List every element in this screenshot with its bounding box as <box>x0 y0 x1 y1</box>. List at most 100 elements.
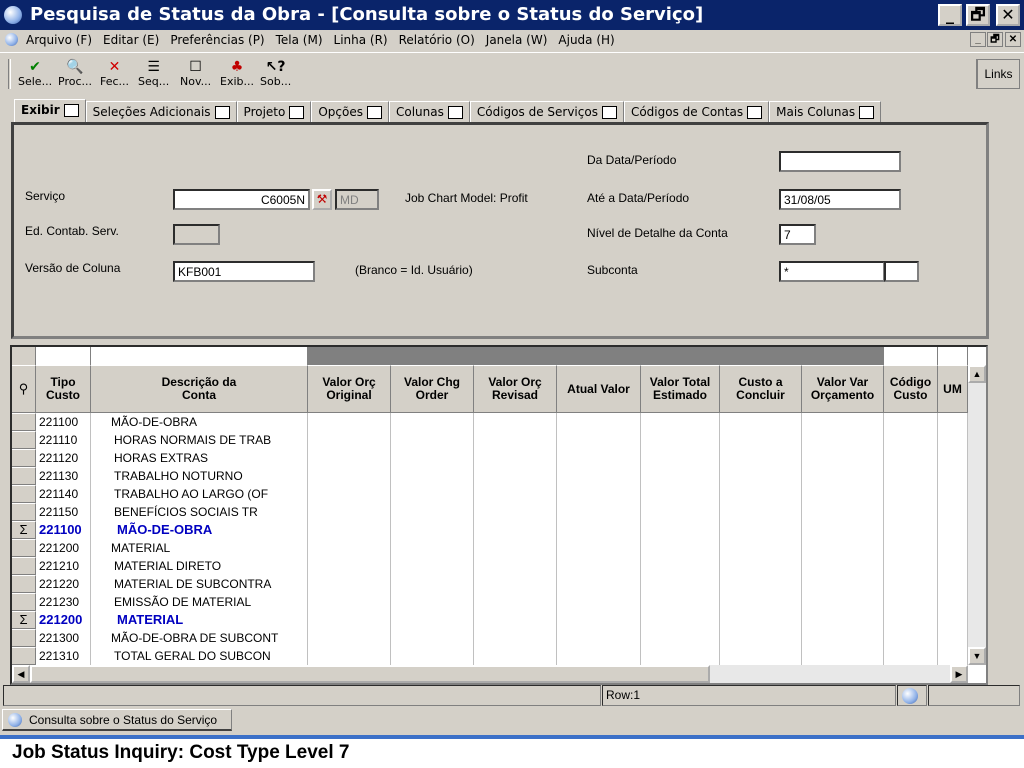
row-selector[interactable] <box>12 449 36 467</box>
row-selector[interactable] <box>12 539 36 557</box>
toolbar-button-3[interactable]: ☰ Seq... <box>138 59 169 91</box>
subconta-field[interactable]: * <box>779 261 885 282</box>
cost-type-cell[interactable]: 221230 <box>38 593 91 611</box>
cost-type-cell[interactable]: 221300 <box>38 629 91 647</box>
column-header-1[interactable]: Descrição da Conta <box>91 365 308 413</box>
versao-coluna-field[interactable]: KFB001 <box>173 261 315 282</box>
account-description-cell[interactable]: EMISSÃO DE MATERIAL <box>91 593 308 611</box>
cost-type-cell[interactable]: 221150 <box>38 503 91 521</box>
qbe-cell-3[interactable] <box>391 347 474 365</box>
qbe-cell-0[interactable] <box>36 347 91 365</box>
column-header-8[interactable]: Valor Var Orçamento <box>802 365 884 413</box>
tab-6[interactable]: Códigos de Contas <box>623 101 770 123</box>
row-selector[interactable]: Σ <box>12 611 36 629</box>
toolbar-button-6[interactable]: ↖? Sob... <box>260 59 291 91</box>
row-selector[interactable] <box>12 647 36 665</box>
menu-item-3[interactable]: Tela (M) <box>276 33 323 47</box>
document-globe-icon[interactable] <box>5 33 18 46</box>
account-description-cell[interactable]: HORAS NORMAIS DE TRAB <box>91 431 308 449</box>
menu-item-5[interactable]: Relatório (O) <box>399 33 475 47</box>
qbe-cell-10[interactable] <box>938 347 968 365</box>
account-description-cell[interactable]: MATERIAL <box>91 539 308 557</box>
row-selector[interactable] <box>12 485 36 503</box>
qbe-cell-7[interactable] <box>720 347 802 365</box>
row-selector[interactable] <box>12 413 36 431</box>
cost-type-cell[interactable]: 221200 <box>38 611 91 629</box>
qbe-cell-5[interactable] <box>557 347 641 365</box>
cost-type-cell[interactable]: 221130 <box>38 467 91 485</box>
nivel-detalhe-field[interactable]: 7 <box>779 224 816 245</box>
app-globe-icon[interactable] <box>4 6 22 24</box>
toolbar-button-4[interactable]: ☐ Nov... <box>180 59 211 91</box>
row-selector[interactable] <box>12 557 36 575</box>
scroll-up-button[interactable]: ▲ <box>968 365 986 383</box>
column-header-3[interactable]: Valor Chg Order <box>391 365 474 413</box>
menu-item-1[interactable]: Editar (E) <box>103 33 159 47</box>
scroll-down-button[interactable]: ▼ <box>968 647 986 665</box>
account-description-cell[interactable]: TRABALHO AO LARGO (OF <box>91 485 308 503</box>
account-description-cell[interactable]: MATERIAL DIRETO <box>91 557 308 575</box>
account-description-cell[interactable]: BENEFÍCIOS SOCIAIS TR <box>91 503 308 521</box>
visual-assist-button[interactable]: ⚒ <box>312 189 332 210</box>
qbe-cell-6[interactable] <box>641 347 720 365</box>
mdi-minimize-button[interactable]: _ <box>970 32 986 47</box>
qbe-cell-9[interactable] <box>884 347 938 365</box>
toolbar-button-2[interactable]: ✕ Fec... <box>100 59 129 91</box>
restore-button[interactable]: 🗗 <box>966 4 990 26</box>
account-description-cell[interactable]: MATERIAL <box>91 611 308 629</box>
column-header-5[interactable]: Atual Valor <box>557 365 641 413</box>
subconta-field-2[interactable] <box>884 261 919 282</box>
row-selector[interactable] <box>12 431 36 449</box>
cost-type-cell[interactable]: 221140 <box>38 485 91 503</box>
tab-3[interactable]: Opções <box>311 101 389 123</box>
account-description-cell[interactable]: HORAS EXTRAS <box>91 449 308 467</box>
mdi-restore-button[interactable]: 🗗 <box>987 32 1003 47</box>
menu-item-7[interactable]: Ajuda (H) <box>558 33 614 47</box>
cost-type-cell[interactable]: 221310 <box>38 647 91 665</box>
cost-type-cell[interactable]: 221110 <box>38 431 91 449</box>
tab-0[interactable]: Exibir <box>14 99 86 123</box>
mdi-close-button[interactable]: ✕ <box>1005 32 1021 47</box>
servico-field[interactable]: C6005N <box>173 189 310 210</box>
tab-4[interactable]: Colunas <box>389 101 470 123</box>
toolbar-grip[interactable] <box>8 59 11 89</box>
tab-5[interactable]: Códigos de Serviços <box>469 101 624 123</box>
vertical-scrollbar[interactable]: ▲ ▼ <box>968 365 986 665</box>
cost-type-cell[interactable]: 221100 <box>38 521 91 539</box>
row-selector[interactable]: Σ <box>12 521 36 539</box>
cost-type-cell[interactable]: 221100 <box>38 413 91 431</box>
column-header-6[interactable]: Valor Total Estimado <box>641 365 720 413</box>
column-header-10[interactable]: UM <box>938 365 968 413</box>
toolbar-button-1[interactable]: 🔍 Proc... <box>58 59 92 91</box>
tab-1[interactable]: Seleções Adicionais <box>85 101 237 123</box>
row-selector[interactable] <box>12 593 36 611</box>
minimize-button[interactable]: _ <box>938 4 962 26</box>
menu-item-4[interactable]: Linha (R) <box>334 33 388 47</box>
cost-type-cell[interactable]: 221120 <box>38 449 91 467</box>
scroll-left-button[interactable]: ◀ <box>12 665 30 683</box>
column-header-9[interactable]: Código Custo <box>884 365 938 413</box>
ate-data-field[interactable]: 31/08/05 <box>779 189 901 210</box>
window-task-tab[interactable]: Consulta sobre o Status do Serviço <box>2 709 232 731</box>
column-header-7[interactable]: Custo a Concluir <box>720 365 802 413</box>
row-selector[interactable] <box>12 467 36 485</box>
account-description-cell[interactable]: TOTAL GERAL DO SUBCON <box>91 647 308 665</box>
menu-item-0[interactable]: Arquivo (F) <box>26 33 92 47</box>
tab-2[interactable]: Projeto <box>236 101 312 123</box>
qbe-cell-8[interactable] <box>802 347 884 365</box>
column-header-0[interactable]: Tipo Custo <box>36 365 91 413</box>
qbe-cell-2[interactable] <box>308 347 391 365</box>
qbe-cell-1[interactable] <box>91 347 308 365</box>
row-selector[interactable] <box>12 503 36 521</box>
menu-item-6[interactable]: Janela (W) <box>486 33 548 47</box>
account-description-cell[interactable]: MÃO-DE-OBRA <box>91 521 308 539</box>
tab-7[interactable]: Mais Colunas <box>769 101 882 123</box>
account-description-cell[interactable]: TRABALHO NOTURNO <box>91 467 308 485</box>
column-header-2[interactable]: Valor Orç Original <box>308 365 391 413</box>
account-description-cell[interactable]: MATERIAL DE SUBCONTRA <box>91 575 308 593</box>
horizontal-scrollbar[interactable]: ◀ ▶ <box>12 665 968 683</box>
menu-item-2[interactable]: Preferências (P) <box>170 33 264 47</box>
account-description-cell[interactable]: MÃO-DE-OBRA DE SUBCONT <box>91 629 308 647</box>
da-data-field[interactable] <box>779 151 901 172</box>
toolbar-button-5[interactable]: ♣ Exib... <box>220 59 254 91</box>
